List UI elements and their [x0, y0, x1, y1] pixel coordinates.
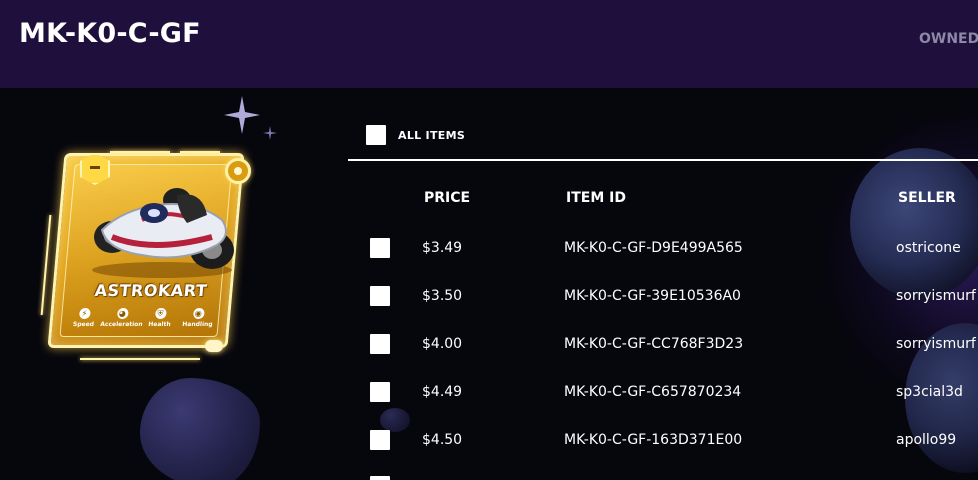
- table-divider: [348, 159, 978, 161]
- seller-cell: ostricone: [896, 240, 961, 256]
- stat-acceleration: ◕ Acceleration: [99, 308, 143, 328]
- row-checkbox[interactable]: [370, 238, 390, 258]
- header-bar: MK-K0-C-GF OWNED: [0, 0, 978, 88]
- price-cell: $3.49: [422, 240, 463, 256]
- table-row[interactable]: $4.00 MK-K0-C-GF-CC768F3D23 sorryismurf: [0, 334, 978, 358]
- row-checkbox[interactable]: [370, 430, 390, 450]
- column-header-price[interactable]: PRICE: [424, 190, 470, 206]
- stat-handling: ◉ Handling: [181, 308, 213, 328]
- seller-cell: sp3cial3d: [896, 384, 963, 400]
- item-id-cell: MK-K0-C-GF-C657870234: [564, 384, 742, 400]
- column-header-item-id[interactable]: ITEM ID: [566, 190, 626, 206]
- row-checkbox[interactable]: [370, 382, 390, 402]
- card-stats: ⚡ Speed ◕ Acceleration ⛨ Health ◉ Handli…: [65, 308, 217, 328]
- table-row[interactable]: $4.50 MK-K0-C-GF-163D371E00 apollo99: [0, 430, 978, 454]
- item-id-cell: MK-K0-C-GF-39E10536A0: [564, 288, 741, 304]
- price-cell: $3.50: [422, 288, 463, 304]
- row-checkbox[interactable]: [370, 476, 390, 480]
- item-id-cell: MK-K0-C-GF-163D371E00: [564, 432, 743, 448]
- column-header-seller[interactable]: SELLER: [898, 190, 956, 206]
- kart-icon: [92, 188, 234, 278]
- seller-cell: apollo99: [896, 432, 957, 448]
- price-cell: $4.50: [422, 432, 463, 448]
- item-id-cell: MK-K0-C-GF-CC768F3D23: [564, 336, 744, 352]
- stat-speed: ⚡ Speed: [72, 308, 95, 328]
- seller-cell: sorryismurf: [896, 288, 976, 304]
- select-all-label: ALL ITEMS: [398, 128, 466, 142]
- price-cell: $4.49: [422, 384, 463, 400]
- row-checkbox[interactable]: [370, 334, 390, 354]
- table-row[interactable]: $3.49 MK-K0-C-GF-D9E499A565 ostricone: [0, 238, 978, 262]
- page-title: MK-K0-C-GF: [19, 18, 201, 49]
- tab-owned[interactable]: OWNED: [919, 31, 978, 47]
- row-checkbox[interactable]: [370, 286, 390, 306]
- seller-cell: sorryismurf: [896, 336, 976, 352]
- stat-health: ⛨ Health: [147, 308, 171, 328]
- table-row[interactable]: $4.49 MK-K0-C-GF-C657870234 sp3cial3d: [0, 382, 978, 406]
- item-id-cell: MK-K0-C-GF-D9E499A565: [564, 240, 743, 256]
- table-row[interactable]: $3.50 MK-K0-C-GF-39E10536A0 sorryismurf: [0, 286, 978, 310]
- select-all-checkbox[interactable]: [366, 125, 386, 145]
- price-cell: $4.00: [422, 336, 463, 352]
- table-row[interactable]: [0, 476, 978, 480]
- select-all-row: ALL ITEMS: [366, 125, 465, 145]
